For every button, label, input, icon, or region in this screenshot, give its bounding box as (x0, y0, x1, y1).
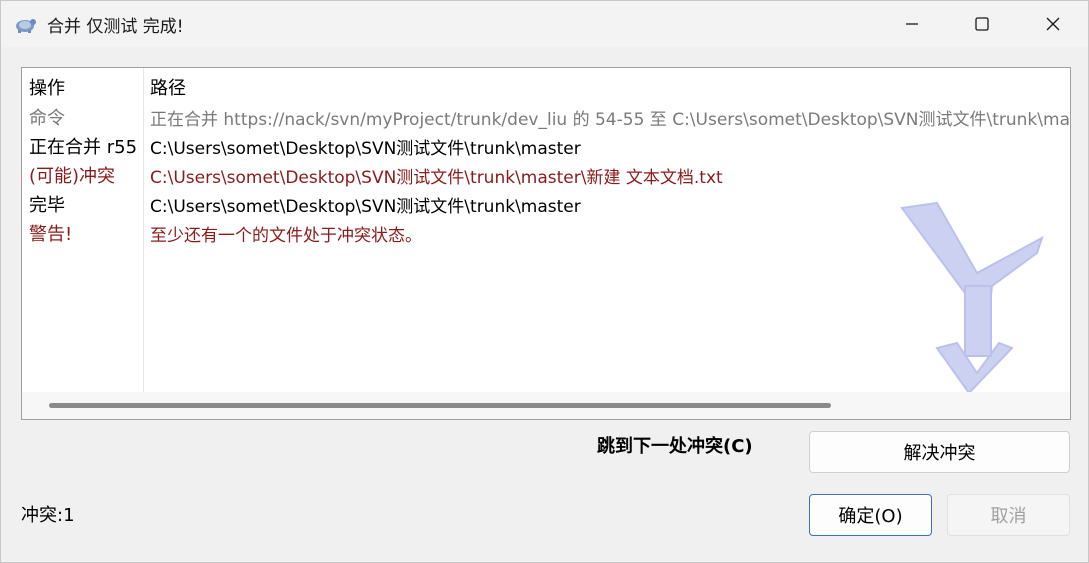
ok-button[interactable]: 确定(O) (809, 494, 932, 536)
table-row[interactable]: 命令 正在合并 https://nack/svn/myProject/trunk… (22, 101, 1070, 130)
close-icon (1046, 17, 1060, 31)
merge-log-table[interactable]: 操作 路径 命令 正在合并 https://nack/svn/myProject… (21, 67, 1071, 420)
row-operation: 正在合并 r55 (29, 137, 138, 158)
row-operation: (可能)冲突 (29, 166, 116, 187)
maximize-button[interactable] (959, 1, 1005, 47)
scrollbar-thumb[interactable] (49, 403, 831, 408)
table-row[interactable]: 完毕 C:\Users\somet\Desktop\SVN测试文件\trunk\… (22, 188, 1070, 217)
minimize-button[interactable] (889, 1, 935, 47)
conflict-count: 冲突:1 (21, 505, 75, 526)
resolve-conflict-button[interactable]: 解决冲突 (809, 431, 1070, 473)
table-row[interactable]: 正在合并 r55 C:\Users\somet\Desktop\SVN测试文件\… (22, 130, 1070, 159)
column-header-operation[interactable]: 操作 (29, 74, 65, 100)
merge-dialog: 合并 仅测试 完成! 操作 路径 命令 正在合并 https://nack/sv… (0, 0, 1089, 563)
minimize-icon (906, 23, 918, 25)
row-path: 至少还有一个的文件处于冲突状态。 (150, 226, 422, 246)
row-operation: 完毕 (29, 195, 65, 216)
row-path: C:\Users\somet\Desktop\SVN测试文件\trunk\mas… (150, 139, 581, 159)
window-title: 合并 仅测试 完成! (47, 17, 184, 37)
row-path: 正在合并 https://nack/svn/myProject/trunk/de… (150, 110, 1071, 130)
row-path: C:\Users\somet\Desktop\SVN测试文件\trunk\mas… (150, 168, 723, 188)
table-row[interactable]: (可能)冲突 C:\Users\somet\Desktop\SVN测试文件\tr… (22, 159, 1070, 188)
jump-next-conflict-button[interactable]: 跳到下一处冲突(C) (597, 432, 753, 458)
row-path: C:\Users\somet\Desktop\SVN测试文件\trunk\mas… (150, 197, 581, 217)
row-operation: 警告! (29, 224, 73, 245)
column-header-path[interactable]: 路径 (150, 74, 186, 100)
cancel-button[interactable]: 取消 (947, 494, 1070, 536)
horizontal-scrollbar[interactable] (22, 392, 1070, 419)
title-bar: 合并 仅测试 完成! (1, 1, 1088, 47)
tortoisesvn-icon (16, 19, 36, 33)
table-row[interactable]: 警告! 至少还有一个的文件处于冲突状态。 (22, 217, 1070, 246)
maximize-icon (975, 17, 989, 31)
close-button[interactable] (1030, 1, 1076, 47)
row-operation: 命令 (29, 108, 65, 129)
